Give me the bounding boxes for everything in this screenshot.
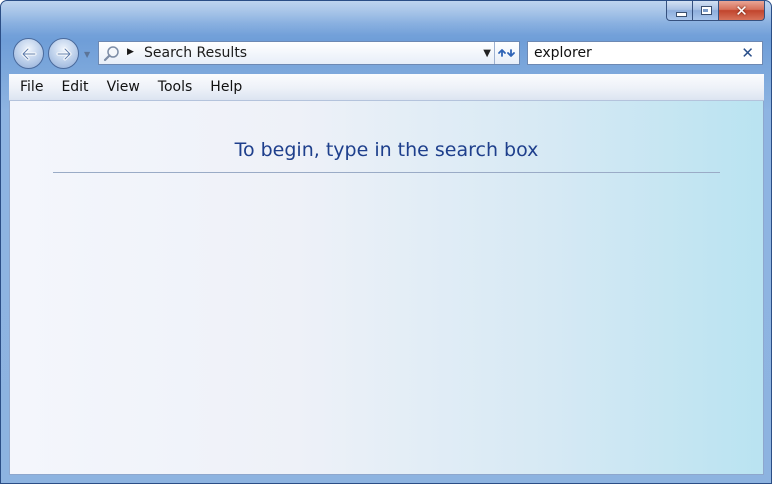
recent-pages-dropdown-icon[interactable]: ▼: [84, 50, 90, 59]
menu-file[interactable]: File: [9, 75, 52, 99]
menu-bar: File Edit View Tools Help: [9, 74, 764, 101]
arrow-right-icon: [56, 47, 72, 61]
maximize-icon: [701, 6, 712, 15]
minimize-icon: [676, 12, 687, 17]
menu-tools[interactable]: Tools: [149, 75, 202, 99]
caption-buttons: ✕: [666, 1, 765, 22]
search-input[interactable]: explorer: [534, 45, 592, 61]
close-button[interactable]: ✕: [719, 1, 765, 21]
menu-help[interactable]: Help: [201, 75, 251, 99]
forward-button[interactable]: [48, 38, 79, 69]
search-box[interactable]: explorer ✕: [527, 41, 763, 65]
magnifier-icon: [103, 46, 119, 62]
address-location[interactable]: Search Results: [144, 45, 247, 61]
maximize-button[interactable]: [693, 1, 719, 21]
address-separator: [494, 42, 495, 64]
breadcrumb-arrow-icon[interactable]: ▶: [127, 47, 134, 57]
clear-search-icon[interactable]: ✕: [741, 44, 754, 62]
menu-view[interactable]: View: [98, 75, 149, 99]
search-results-pane: To begin, type in the search box: [9, 101, 764, 475]
address-bar[interactable]: ▶ Search Results ▼: [98, 41, 520, 65]
address-dropdown-icon[interactable]: ▼: [483, 48, 491, 59]
divider: [53, 172, 720, 173]
minimize-button[interactable]: [666, 1, 693, 21]
empty-search-hint: To begin, type in the search box: [234, 139, 539, 161]
back-button[interactable]: [13, 38, 44, 69]
close-icon: ✕: [735, 2, 748, 20]
arrow-left-icon: [21, 47, 37, 61]
refresh-icon[interactable]: [496, 43, 518, 63]
explorer-window: ✕ ▼ ▶ Search Results ▼ explorer ✕ File E…: [0, 0, 772, 484]
menu-edit[interactable]: Edit: [52, 75, 97, 99]
